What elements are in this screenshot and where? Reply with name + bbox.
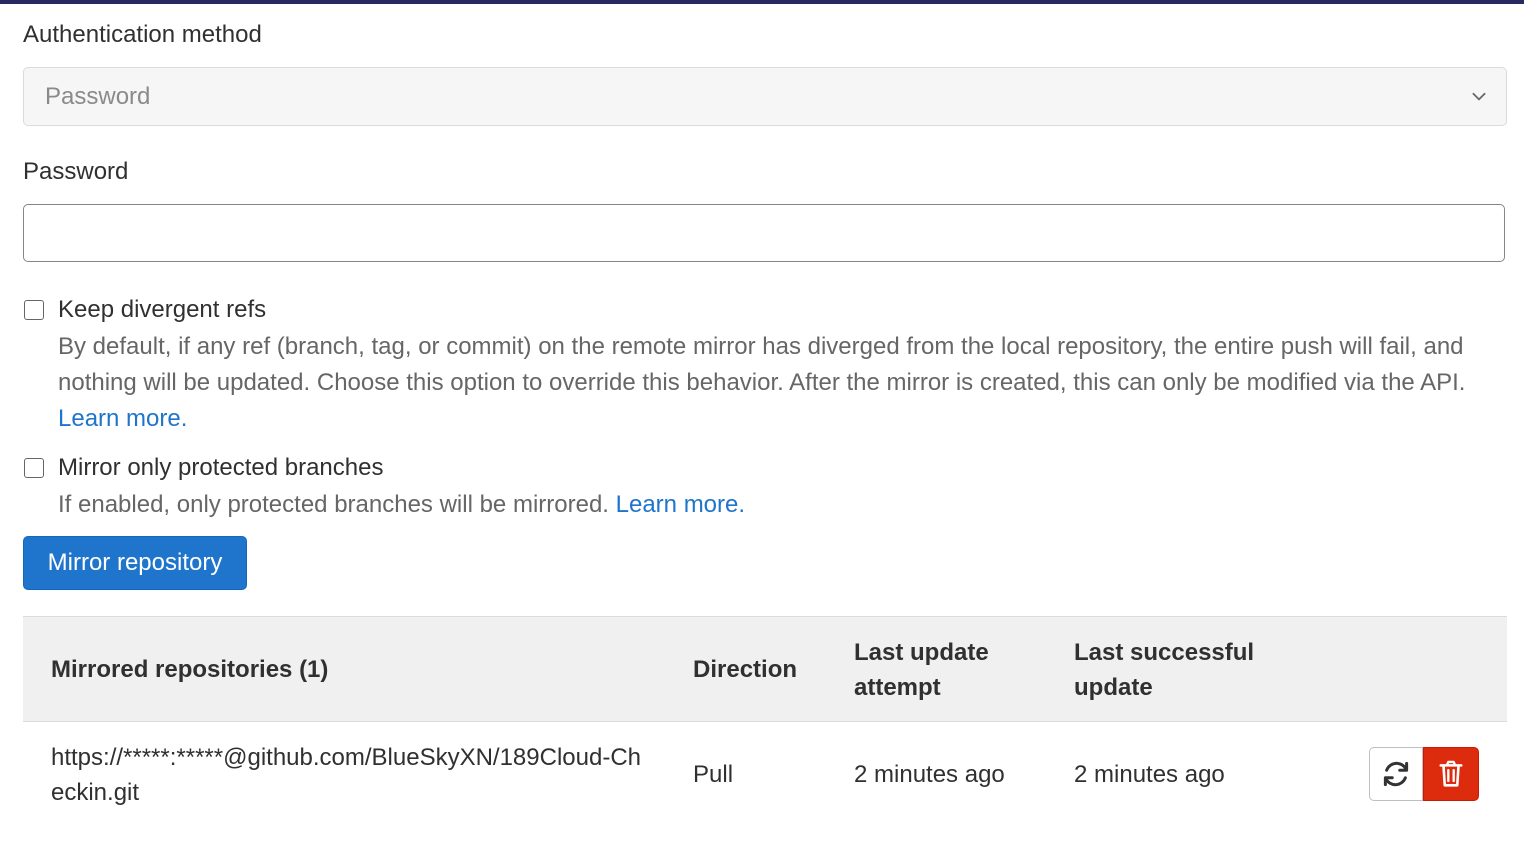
- keep-divergent-help-text: By default, if any ref (branch, tag, or …: [58, 333, 1466, 396]
- keep-divergent-help: By default, if any ref (branch, tag, or …: [58, 329, 1508, 437]
- trash-icon: [1439, 760, 1463, 787]
- top-border: [0, 0, 1524, 4]
- mirrors-table-header: Mirrored repositories (1) Direction Last…: [23, 616, 1507, 722]
- remove-mirror-button[interactable]: [1423, 747, 1479, 801]
- header-direction: Direction: [693, 656, 798, 683]
- update-now-button[interactable]: [1369, 747, 1423, 801]
- mirror-last-success: 2 minutes ago: [1074, 761, 1225, 788]
- keep-divergent-label[interactable]: Keep divergent refs: [58, 296, 266, 324]
- mirror-url: https://*****:*****@github.com/BlueSkyXN…: [51, 744, 642, 806]
- chevron-down-icon: [1472, 92, 1486, 101]
- keep-divergent-checkbox[interactable]: [24, 300, 44, 320]
- protected-only-help-text: If enabled, only protected branches will…: [58, 491, 609, 518]
- auth-method-select[interactable]: Password: [23, 67, 1507, 126]
- password-label: Password: [23, 158, 129, 185]
- protected-only-help: If enabled, only protected branches will…: [58, 487, 1508, 523]
- mirror-direction: Pull: [693, 761, 734, 788]
- protected-only-learn-more-link[interactable]: Learn more.: [616, 491, 745, 518]
- refresh-icon: [1383, 761, 1409, 787]
- header-last-successful-update: Last successful update: [1074, 639, 1255, 701]
- keep-divergent-learn-more-link[interactable]: Learn more.: [58, 405, 187, 432]
- mirror-last-attempt: 2 minutes ago: [854, 761, 1005, 788]
- mirror-actions: [1369, 747, 1479, 801]
- protected-only-checkbox[interactable]: [24, 458, 44, 478]
- protected-only-label[interactable]: Mirror only protected branches: [58, 454, 383, 482]
- password-input[interactable]: [23, 204, 1505, 262]
- mirror-repository-button[interactable]: Mirror repository: [23, 536, 247, 590]
- header-last-update-attempt: Last update attempt: [854, 639, 989, 701]
- header-mirrored-repositories: Mirrored repositories (1): [51, 656, 329, 683]
- auth-method-value: Password: [45, 83, 151, 110]
- auth-method-label: Authentication method: [23, 21, 262, 48]
